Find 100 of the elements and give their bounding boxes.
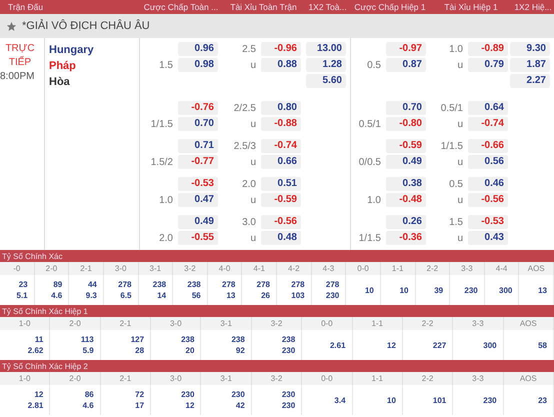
odds-value[interactable]: 1.28 [306, 58, 346, 72]
odds-value[interactable]: 0.70 [178, 117, 218, 131]
odds-value[interactable]: 0.66 [261, 155, 301, 169]
score-odds[interactable]: 230 [282, 345, 296, 356]
odds-value[interactable]: 0.64 [468, 101, 508, 115]
odds-value[interactable]: -0.97 [386, 42, 426, 56]
odds-value[interactable]: 2.27 [510, 74, 550, 88]
score-odds[interactable]: 13 [226, 290, 236, 301]
odds-value[interactable]: 0.48 [261, 231, 301, 245]
odds-value[interactable]: -0.96 [261, 42, 301, 56]
odds-value[interactable]: 0.47 [178, 193, 218, 207]
odds-value[interactable]: 0.96 [178, 42, 218, 56]
score-odds[interactable]: 89 [53, 279, 62, 290]
score-odds[interactable]: 300 [483, 340, 497, 350]
score-odds[interactable]: 2.81 [28, 400, 44, 411]
score-odds[interactable]: 113 [80, 334, 94, 345]
odds-value[interactable]: -0.74 [468, 117, 508, 131]
odds-value[interactable]: 0.38 [386, 177, 426, 191]
score-odds[interactable]: 230 [483, 394, 497, 406]
odds-value[interactable]: 0.80 [261, 101, 301, 115]
score-odds[interactable]: 3.4 [334, 394, 346, 406]
score-odds[interactable]: 28 [135, 345, 144, 356]
score-odds[interactable]: 238 [187, 279, 201, 290]
score-odds[interactable]: 20 [186, 345, 194, 356]
score-odds[interactable]: 5.1 [16, 290, 28, 301]
score-odds[interactable]: 230 [326, 290, 340, 301]
score-odds[interactable]: 238 [231, 334, 245, 345]
score-odds[interactable]: 278 [118, 279, 132, 290]
score-odds[interactable]: 10 [364, 284, 374, 296]
odds-value[interactable]: 0.26 [386, 215, 426, 229]
odds-value[interactable]: 0.46 [468, 177, 508, 191]
score-odds[interactable]: 230 [181, 389, 194, 400]
score-odds[interactable]: 23 [538, 394, 547, 406]
score-odds[interactable]: 4.6 [51, 290, 62, 301]
odds-value[interactable]: 1.87 [510, 58, 550, 72]
odds-value[interactable]: -0.59 [261, 193, 301, 207]
score-odds[interactable]: 13 [538, 284, 547, 296]
score-odds[interactable]: 9.3 [86, 290, 97, 301]
score-odds[interactable]: 238 [282, 334, 296, 345]
score-odds[interactable]: 101 [432, 394, 446, 406]
odds-value[interactable]: -0.36 [386, 231, 426, 245]
score-odds[interactable]: 92 [236, 345, 245, 356]
score-odds[interactable]: 230 [282, 389, 296, 400]
odds-value[interactable]: -0.77 [178, 155, 218, 169]
score-odds[interactable]: 12 [34, 389, 44, 400]
score-odds[interactable]: 17 [135, 400, 144, 411]
score-odds[interactable]: 6.5 [120, 290, 132, 301]
score-odds[interactable]: 278 [291, 279, 305, 290]
odds-value[interactable]: 13.00 [306, 42, 346, 56]
score-odds[interactable]: 103 [291, 290, 305, 301]
odds-value[interactable]: 0.79 [468, 58, 508, 72]
odds-value[interactable]: -0.76 [178, 101, 218, 115]
score-odds[interactable]: 238 [181, 334, 194, 345]
score-odds[interactable]: 238 [152, 279, 166, 290]
score-odds[interactable]: 230 [282, 400, 296, 411]
odds-value[interactable]: 0.51 [261, 177, 301, 191]
score-odds[interactable]: 12 [186, 400, 194, 411]
score-odds[interactable]: 300 [499, 284, 512, 296]
odds-value[interactable]: -0.48 [386, 193, 426, 207]
odds-value[interactable]: -0.59 [386, 139, 426, 153]
odds-value[interactable]: -0.88 [261, 117, 301, 131]
score-odds[interactable]: 2.62 [28, 345, 44, 356]
odds-value[interactable]: 0.88 [261, 58, 301, 72]
score-odds[interactable]: 230 [464, 284, 478, 296]
odds-value[interactable]: -0.56 [261, 215, 301, 229]
score-odds[interactable]: 10 [400, 284, 408, 296]
score-odds[interactable]: 44 [88, 279, 97, 290]
odds-value[interactable]: -0.56 [468, 193, 508, 207]
score-odds[interactable]: 127 [130, 334, 144, 345]
score-odds[interactable]: 72 [135, 389, 144, 400]
odds-value[interactable]: 0.70 [386, 101, 426, 115]
odds-value[interactable]: -0.55 [178, 231, 218, 245]
odds-value[interactable]: -0.53 [178, 177, 218, 191]
odds-value[interactable]: 0.49 [386, 155, 426, 169]
odds-value[interactable]: 0.71 [178, 139, 218, 153]
score-odds[interactable]: 58 [538, 340, 547, 350]
score-odds[interactable]: 278 [326, 279, 340, 290]
score-odds[interactable]: 2.61 [330, 340, 346, 350]
score-odds[interactable]: 56 [192, 290, 201, 301]
score-odds[interactable]: 26 [261, 290, 270, 301]
score-odds[interactable]: 23 [18, 279, 28, 290]
odds-value[interactable]: -0.74 [261, 139, 301, 153]
odds-value[interactable]: -0.53 [468, 215, 508, 229]
score-odds[interactable]: 12 [387, 340, 396, 350]
score-odds[interactable]: 39 [434, 284, 444, 296]
score-odds[interactable]: 278 [222, 279, 236, 290]
odds-value[interactable]: 0.43 [468, 231, 508, 245]
odds-value[interactable]: -0.80 [386, 117, 426, 131]
score-odds[interactable]: 4.6 [82, 400, 94, 411]
odds-value[interactable]: 0.87 [386, 58, 426, 72]
score-odds[interactable]: 230 [231, 389, 245, 400]
odds-value[interactable]: 0.98 [178, 58, 218, 72]
odds-value[interactable]: 0.49 [178, 215, 218, 229]
odds-value[interactable]: -0.66 [468, 139, 508, 153]
score-odds[interactable]: 86 [84, 389, 94, 400]
score-odds[interactable]: 10 [387, 394, 396, 406]
odds-value[interactable]: 5.60 [306, 74, 346, 88]
score-odds[interactable]: 227 [432, 340, 446, 350]
odds-value[interactable]: 9.30 [510, 42, 550, 56]
score-odds[interactable]: 11 [34, 334, 44, 345]
